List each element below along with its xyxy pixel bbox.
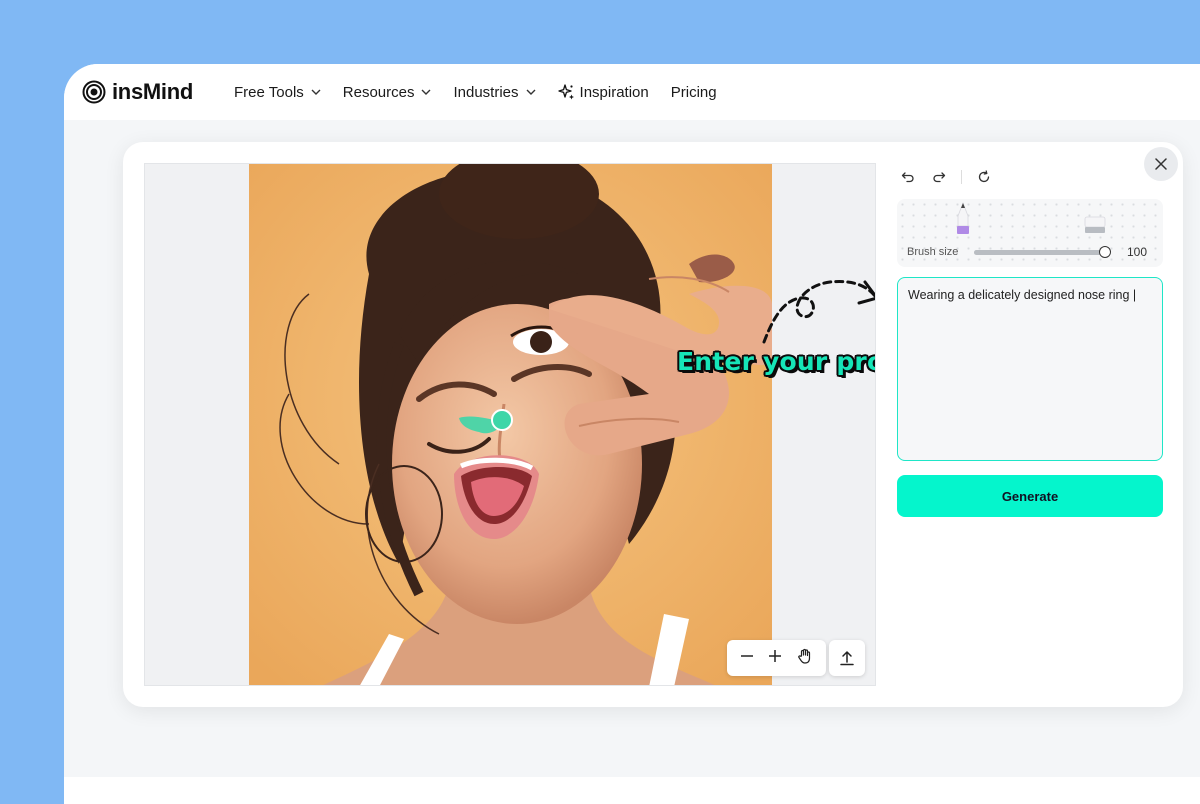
nav-item-label: Resources: [342, 83, 415, 101]
app-window: insMind Free Tools Resources Industries: [64, 64, 1200, 804]
brand-name: insMind: [112, 79, 194, 104]
nav-item-industries[interactable]: Industries: [453, 83, 536, 101]
prompt-input[interactable]: Wearing a delicately designed nose ring …: [897, 277, 1163, 461]
insmind-logo-icon: [82, 80, 106, 104]
zoom-in-icon: [769, 649, 782, 662]
upload-button[interactable]: [829, 640, 865, 676]
toolbar-divider: [961, 170, 962, 184]
undo-button[interactable]: [897, 166, 919, 188]
pan-button[interactable]: [797, 648, 813, 669]
history-toolbar: [897, 166, 1004, 188]
reset-button[interactable]: [973, 166, 995, 188]
zoom-toolbar: [727, 640, 826, 676]
editor-card: Enter your prompt: [123, 142, 1183, 707]
brush-tool-icon[interactable]: [954, 202, 972, 234]
redo-icon: [933, 172, 946, 183]
portrait-photo: [249, 164, 772, 685]
nav-item-label: Free Tools: [234, 83, 304, 101]
top-navbar: insMind Free Tools Resources Industries: [64, 64, 1200, 120]
chevron-down-icon: [421, 89, 431, 95]
nav-item-resources[interactable]: Resources: [343, 84, 432, 101]
hand-pan-icon: [798, 648, 810, 664]
nav-item-free-tools[interactable]: Free Tools: [234, 84, 321, 101]
nav-item-label: Pricing: [670, 83, 717, 101]
zoom-in-button[interactable]: [768, 649, 782, 668]
brush-size-fill: [974, 250, 1105, 255]
zoom-out-button[interactable]: [740, 649, 754, 668]
callout-label: Enter your prompt: [677, 347, 875, 376]
brush-size-handle[interactable]: [1099, 246, 1111, 258]
dashed-arrow-icon: [762, 280, 875, 344]
nav-menu: Free Tools Resources Industries Inspirat…: [234, 84, 739, 101]
brush-size-slider[interactable]: [974, 250, 1105, 255]
brush-size-value: 100: [1127, 245, 1148, 259]
callout-arrow: [760, 276, 875, 351]
reset-icon: [978, 170, 990, 183]
nav-item-label: Industries: [453, 83, 519, 101]
image-canvas[interactable]: Enter your prompt: [144, 163, 876, 686]
prompt-panel: Brush size 100 Wearing a delicately desi…: [897, 142, 1163, 707]
eraser-tool-icon[interactable]: [1083, 215, 1107, 235]
nav-item-label: Inspiration: [579, 83, 649, 101]
upload-icon: [840, 651, 854, 666]
chevron-down-icon: [311, 89, 321, 95]
brush-settings: Brush size 100: [897, 199, 1163, 267]
undo-icon: [901, 172, 914, 183]
generate-button[interactable]: Generate: [897, 475, 1163, 517]
brush-size-label: Brush size: [907, 246, 959, 258]
footer-strip: [64, 777, 1200, 804]
redo-button[interactable]: [928, 166, 950, 188]
nav-item-pricing[interactable]: Pricing: [671, 84, 717, 101]
nav-item-inspiration[interactable]: Inspiration: [557, 83, 649, 101]
chevron-down-icon: [526, 89, 536, 95]
zoom-out-icon: [741, 654, 754, 657]
brand-logo[interactable]: insMind: [82, 79, 193, 105]
portrait-illustration: [249, 164, 772, 685]
sparkle-icon: [557, 83, 574, 99]
